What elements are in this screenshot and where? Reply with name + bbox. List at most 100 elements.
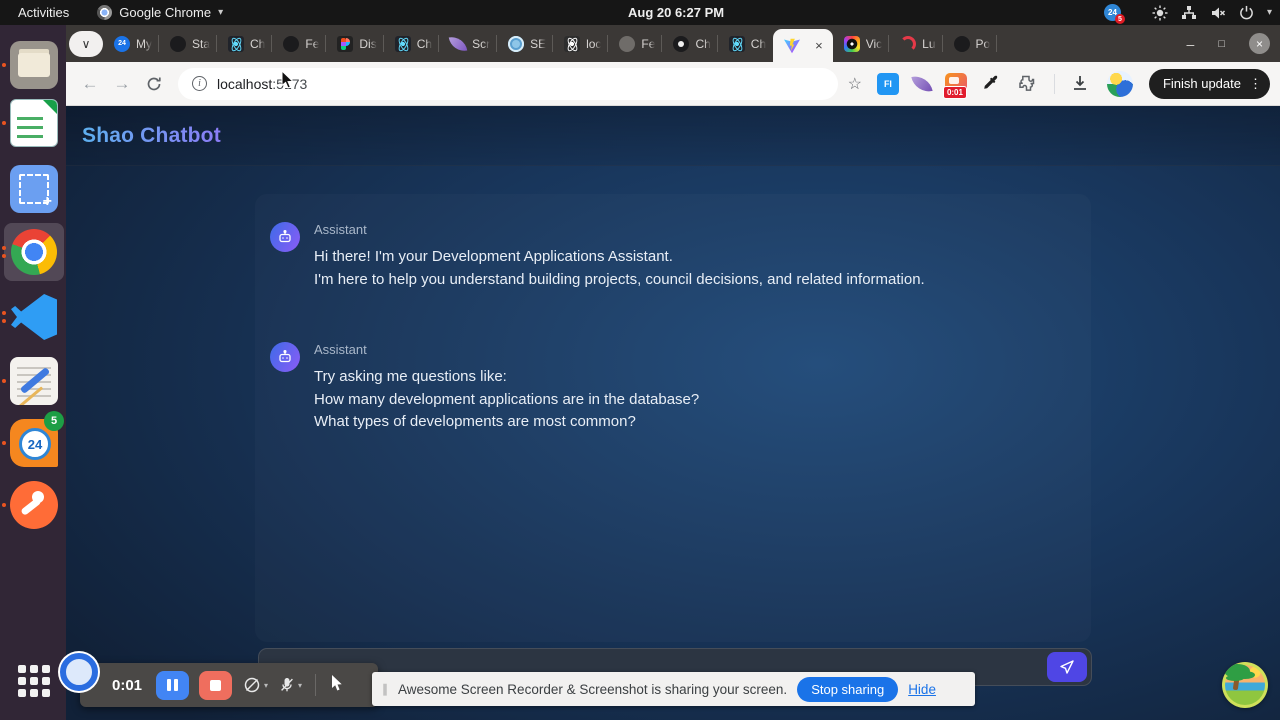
message-sender: Assistant	[314, 342, 699, 357]
libreoffice-calc-icon	[10, 99, 58, 147]
recorder-floating-button[interactable]	[60, 653, 98, 691]
mouse-cursor	[280, 70, 296, 90]
toolbar-divider	[1054, 74, 1055, 94]
tab-favicon-red-arc	[900, 36, 916, 52]
forward-button[interactable]: →	[108, 70, 136, 98]
caret-down-icon[interactable]: ▾	[298, 681, 302, 690]
send-button[interactable]	[1047, 652, 1087, 682]
running-indicator	[2, 246, 6, 258]
tab-title: SE	[530, 37, 546, 51]
chrome-icon	[97, 5, 112, 20]
app-menu[interactable]: Google Chrome ▾	[87, 0, 233, 25]
browser-tab[interactable]: Ch	[217, 25, 272, 62]
tab-title: Sta	[192, 37, 210, 51]
caret-down-icon: ▾	[218, 7, 223, 18]
downloads-icon[interactable]	[1070, 73, 1092, 95]
power-icon	[1239, 5, 1254, 20]
chat-notification-icon[interactable]: 5	[1104, 4, 1121, 21]
pointer-tool-button[interactable]	[329, 674, 345, 697]
microphone-toggle[interactable]: ▾	[278, 676, 302, 694]
window-controls: – □ ×	[1187, 25, 1270, 62]
browser-tab[interactable]: Dis	[326, 25, 383, 62]
dock-item-screenshot-tool[interactable]	[10, 165, 58, 213]
dock-item-postman[interactable]	[10, 481, 58, 529]
back-button[interactable]: ←	[76, 70, 104, 98]
tab-title: Ch	[250, 37, 265, 51]
browser-tab[interactable]: Ch	[384, 25, 439, 62]
tab-strip: ∨ My Sta Ch Fe Dis Ch Scr	[66, 25, 1280, 62]
vscode-icon	[11, 294, 57, 340]
message-line: How many development applications are in…	[314, 389, 699, 412]
browser-tab[interactable]: Fe	[608, 25, 662, 62]
browser-tab[interactable]: Ch	[718, 25, 773, 62]
dock-item-chat-app[interactable]: 5	[10, 419, 58, 467]
extension-feather-icon[interactable]	[911, 73, 932, 94]
stop-recording-button[interactable]	[199, 671, 232, 700]
tab-favicon-feather	[449, 34, 468, 53]
tab-title: Po	[976, 37, 991, 51]
tab-search-button[interactable]: ∨	[69, 31, 103, 57]
chevron-down-icon: ∨	[82, 37, 91, 51]
notification-badge: 5	[1115, 14, 1125, 24]
more-menu-icon[interactable]: ⋮	[1249, 76, 1262, 92]
pause-recording-button[interactable]	[156, 671, 189, 700]
browser-tab[interactable]: My	[103, 25, 159, 62]
hide-link[interactable]: Hide	[908, 682, 936, 697]
stop-sharing-button[interactable]: Stop sharing	[797, 677, 898, 702]
dock-item-text-editor[interactable]	[10, 357, 58, 405]
dock-item-libreoffice-calc[interactable]	[10, 99, 58, 147]
tab-title: Dis	[359, 37, 376, 51]
reload-button[interactable]	[140, 70, 168, 98]
tab-favicon-vite	[783, 38, 801, 54]
browser-tab[interactable]: SE	[497, 25, 553, 62]
browser-tab[interactable]: Po	[943, 25, 998, 62]
address-bar[interactable]: i localhost:5173	[178, 68, 838, 100]
running-indicator	[2, 311, 6, 323]
palm-island-sticker[interactable]	[1222, 662, 1268, 708]
tab-close-icon[interactable]: ×	[815, 38, 823, 53]
tab-title: Ch	[695, 37, 710, 51]
dock-item-vscode[interactable]	[10, 293, 58, 341]
profile-avatar[interactable]	[1107, 71, 1133, 97]
browser-tab[interactable]: Fe	[272, 25, 326, 62]
tab-title: Ch	[751, 37, 766, 51]
browser-tab[interactable]: Lu	[889, 25, 942, 62]
clock[interactable]: Aug 20 6:27 PM	[628, 0, 724, 25]
extension-eyedropper-icon[interactable]	[981, 73, 1003, 95]
extensions-puzzle-icon[interactable]	[1017, 73, 1039, 95]
running-indicator	[2, 441, 6, 445]
browser-tab[interactable]: loc	[553, 25, 608, 62]
google-chrome-icon	[11, 229, 57, 275]
bookmark-star-icon[interactable]: ☆	[848, 74, 862, 94]
drag-handle-icon[interactable]: ∥	[382, 682, 388, 696]
tab-favicon-camera-lens	[844, 36, 860, 52]
tab-favicon-react	[729, 36, 745, 52]
tab-title: loc	[586, 37, 601, 51]
extension-screen-recorder-icon[interactable]: 0:01	[945, 73, 967, 95]
webcam-toggle[interactable]: ▾	[242, 675, 268, 695]
finish-update-button[interactable]: Finish update ⋮	[1149, 69, 1270, 99]
browser-tab-active[interactable]: ×	[773, 29, 833, 62]
close-window-button[interactable]: ×	[1249, 33, 1270, 54]
browser-tab[interactable]: Scr	[439, 25, 497, 62]
system-top-bar: Activities Google Chrome ▾ Aug 20 6:27 P…	[0, 0, 1280, 25]
site-info-icon[interactable]: i	[192, 76, 207, 91]
maximize-button[interactable]: □	[1218, 38, 1225, 50]
dock-item-files[interactable]	[10, 41, 58, 89]
webcam-off-icon	[242, 675, 262, 695]
dock-item-google-chrome[interactable]	[10, 228, 58, 276]
message-line: I'm here to help you understand building…	[314, 269, 925, 292]
browser-tab[interactable]: Sta	[159, 25, 217, 62]
brightness-icon	[1152, 5, 1168, 21]
extension-fi-icon[interactable]: FI	[877, 73, 899, 95]
browser-tab[interactable]: Vic	[833, 25, 889, 62]
activities-button[interactable]: Activities	[0, 0, 87, 25]
browser-tab[interactable]: Ch	[662, 25, 717, 62]
caret-down-icon[interactable]: ▾	[264, 681, 268, 690]
tab-favicon-dark	[170, 36, 186, 52]
system-tray[interactable]: 5 ▾	[1104, 0, 1272, 25]
tab-title: Vic	[866, 37, 882, 51]
assistant-avatar	[270, 342, 300, 372]
minimize-button[interactable]: –	[1187, 36, 1195, 52]
app-grid-button[interactable]	[16, 663, 52, 699]
